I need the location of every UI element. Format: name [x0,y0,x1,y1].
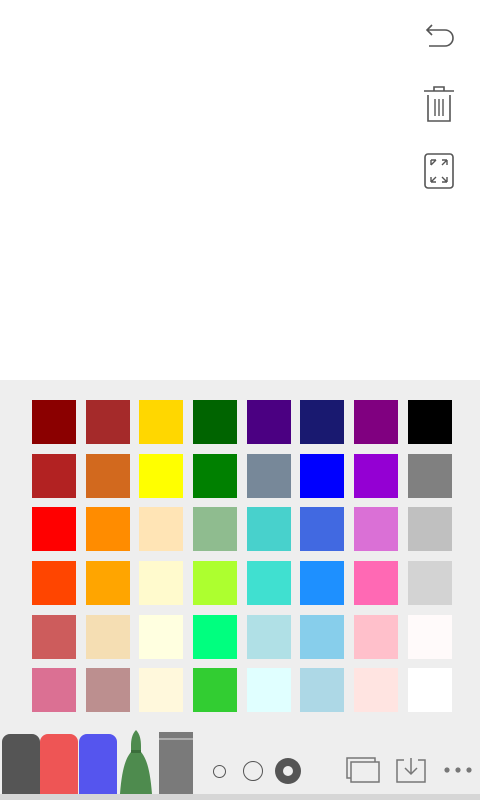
delete-button[interactable] [416,80,462,126]
color-swatch[interactable] [139,614,184,659]
color-swatch[interactable] [246,668,291,713]
eraser-icon [159,732,193,794]
color-swatch[interactable] [32,614,76,659]
color-swatch[interactable] [32,507,76,552]
layers-icon [346,757,380,783]
selected-indicator [283,766,293,776]
color-swatch[interactable] [139,668,184,713]
color-swatch[interactable] [407,668,452,713]
color-swatch[interactable] [354,614,399,659]
more-options-button[interactable] [440,754,476,786]
color-swatch[interactable] [407,614,452,659]
toolbar-divider [0,794,480,800]
fullscreen-button[interactable] [416,148,462,194]
color-swatch[interactable] [300,453,345,498]
brush-size-small[interactable] [213,765,226,778]
brush-tool[interactable] [118,728,154,794]
color-swatch[interactable] [85,614,130,659]
color-swatch[interactable] [354,453,399,498]
color-swatch[interactable] [300,507,345,552]
brush-size-large[interactable] [275,758,301,784]
color-swatch[interactable] [354,668,399,713]
color-swatch[interactable] [354,507,399,552]
color-swatch[interactable] [193,400,238,444]
eraser-tool[interactable] [158,732,194,794]
more-icon [444,767,472,773]
layers-button[interactable] [344,754,382,786]
color-swatch[interactable] [193,561,238,606]
color-swatch[interactable] [139,561,184,606]
color-swatch[interactable] [85,400,130,444]
undo-icon [425,24,454,47]
color-swatch[interactable] [85,668,130,713]
color-swatch[interactable] [246,561,291,606]
color-swatch[interactable] [193,453,238,498]
marker-blue[interactable] [79,734,117,794]
color-swatch[interactable] [193,668,238,713]
color-swatch[interactable] [246,453,291,498]
color-swatch[interactable] [193,507,238,552]
color-swatch[interactable] [300,614,345,659]
color-swatch[interactable] [300,561,345,606]
color-swatch[interactable] [407,561,452,606]
color-swatch[interactable] [354,561,399,606]
download-icon [396,758,426,783]
color-swatch[interactable] [300,400,345,444]
color-swatch[interactable] [85,561,130,606]
color-swatch[interactable] [246,400,291,444]
expand-icon [424,153,454,189]
brush-icon [120,730,152,794]
brush-size-medium[interactable] [243,761,263,781]
color-swatch[interactable] [85,507,130,552]
color-swatch[interactable] [407,400,452,444]
color-swatch[interactable] [407,453,452,498]
color-swatch[interactable] [139,453,184,498]
color-swatch[interactable] [300,668,345,713]
marker-red[interactable] [40,734,78,794]
color-swatch[interactable] [139,507,184,552]
color-swatch[interactable] [246,614,291,659]
save-button[interactable] [392,754,430,786]
color-palette-panel [0,380,480,728]
color-swatch[interactable] [32,453,76,498]
color-swatch[interactable] [246,507,291,552]
color-swatch[interactable] [193,614,238,659]
drawing-canvas[interactable] [0,0,480,380]
color-swatch-grid [32,400,452,713]
color-swatch[interactable] [32,668,76,713]
color-swatch[interactable] [32,400,76,444]
color-swatch[interactable] [32,561,76,606]
undo-button[interactable] [416,14,462,60]
color-swatch[interactable] [85,453,130,498]
color-swatch[interactable] [139,400,184,444]
marker-dark-gray[interactable] [2,734,40,794]
trash-icon [424,86,454,122]
color-swatch[interactable] [354,400,399,444]
color-swatch[interactable] [407,507,452,552]
bottom-toolbar [0,728,480,800]
